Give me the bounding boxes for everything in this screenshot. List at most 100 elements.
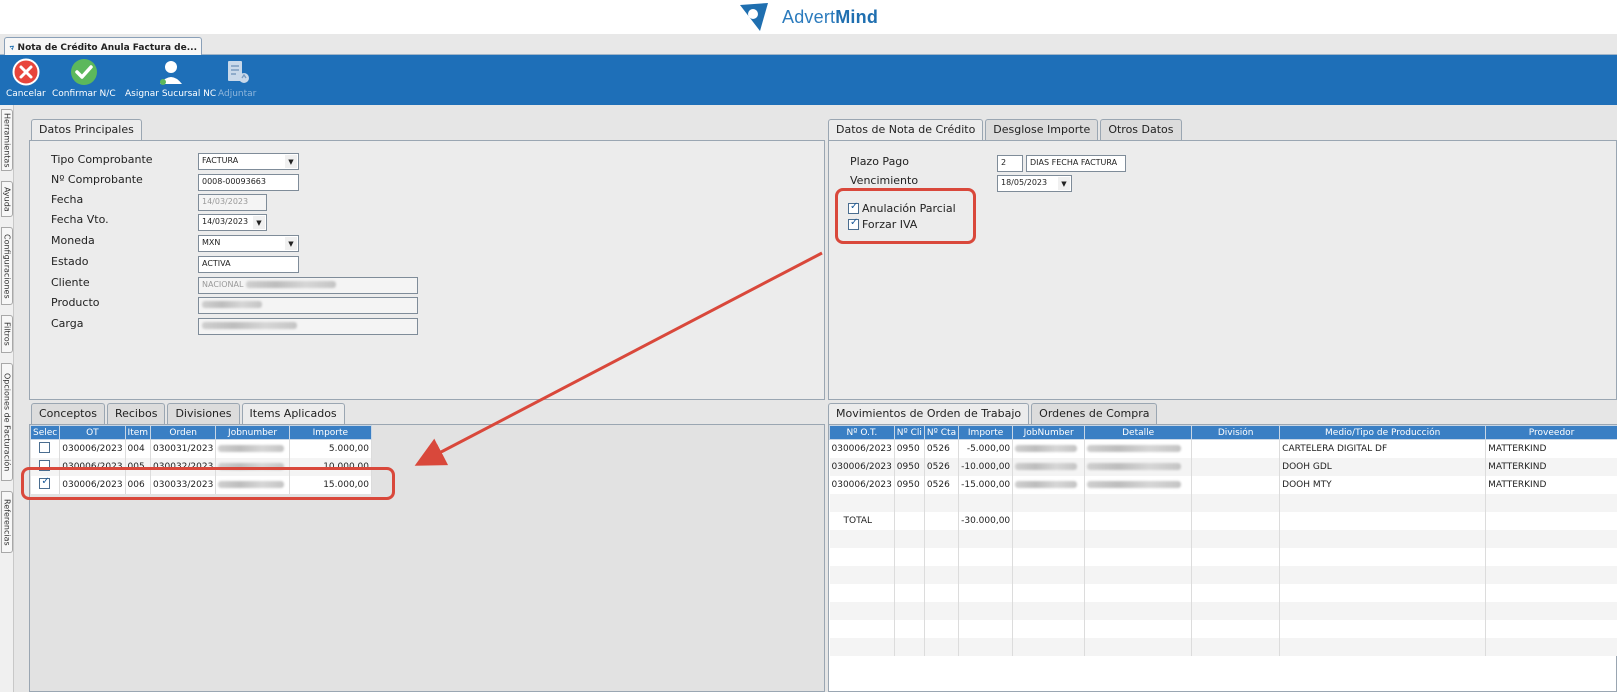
tab-ordenes-compra[interactable]: Ordenes de Compra: [1031, 403, 1158, 424]
vencimiento-picker[interactable]: 18/05/2023 ▼: [997, 175, 1072, 192]
table-row[interactable]: 030006/2023 0950 0526 -15.000,00 DOOH MT…: [829, 475, 1617, 494]
fecha-label: Fecha: [51, 193, 84, 206]
cell-importe: -15.000,00: [958, 475, 1014, 494]
header-division[interactable]: División: [1191, 425, 1281, 440]
cell-detalle: [1084, 475, 1193, 494]
cliente-field: NACIONAL: [198, 277, 418, 294]
side-tab-configuraciones[interactable]: Configuraciones: [1, 227, 13, 305]
cell-ot: 030006/2023: [829, 457, 895, 476]
estado-field: ACTIVA: [198, 256, 299, 273]
producto-label: Producto: [51, 296, 100, 309]
attach-label: Adjuntar: [218, 89, 257, 99]
cell-jobnumber: [215, 439, 290, 458]
cell-division: [1191, 475, 1281, 494]
tab-items-aplicados[interactable]: Items Aplicados: [241, 403, 345, 425]
cell-cli: 0950: [894, 439, 925, 458]
cell-orden: 030031/2023: [150, 439, 217, 458]
side-tab-ayuda[interactable]: Ayuda: [1, 181, 13, 217]
tab-datos-nota-credito[interactable]: Datos de Nota de Crédito: [828, 119, 984, 141]
header-nro-cli[interactable]: Nº Cli: [893, 425, 925, 440]
header-selec[interactable]: Selec: [29, 425, 61, 440]
cell-proveedor: MATTERKIND: [1485, 475, 1617, 494]
cancel-label: Cancelar: [6, 89, 46, 99]
highlight-selected-row-box: [21, 467, 395, 500]
header-ot[interactable]: OT: [59, 425, 126, 440]
fecha-vto-picker[interactable]: 14/03/2023 ▼: [198, 214, 267, 231]
document-tabstrip: Nota de Crédito Anula Factura de...: [0, 34, 1617, 55]
tab-divisiones[interactable]: Divisiones: [167, 403, 240, 424]
cell-item: 004: [125, 439, 152, 458]
cancel-button[interactable]: Cancelar: [6, 57, 46, 99]
total-value: -30.000,00: [958, 511, 1014, 530]
cell-ot: 030006/2023: [829, 439, 895, 458]
redacted-text: [1087, 444, 1182, 452]
tab-movimientos-ot[interactable]: Movimientos de Orden de Trabajo: [828, 403, 1030, 425]
cliente-label: Cliente: [51, 276, 90, 289]
cell-jobnumber: [1012, 439, 1086, 458]
cell-division: [1191, 439, 1281, 458]
table-row-empty: [829, 529, 1617, 548]
chevron-down-icon: ▼: [253, 216, 265, 229]
confirm-nc-label: Confirmar N/C: [52, 89, 116, 99]
carga-label: Carga: [51, 317, 84, 330]
header-detalle[interactable]: Detalle: [1084, 425, 1193, 440]
table-row[interactable]: 030006/2023 0950 0526 -10.000,00 DOOH GD…: [829, 457, 1617, 476]
highlight-options-box: [835, 188, 976, 244]
tab-desglose-importe[interactable]: Desglose Importe: [985, 119, 1099, 140]
header-nro-ot[interactable]: Nº O.T.: [829, 425, 895, 440]
side-tab-opciones-facturacion[interactable]: Opciones de Facturación: [1, 363, 13, 481]
table-row[interactable]: 030006/2023 004 030031/2023 5.000,00: [30, 439, 373, 458]
nro-comprobante-field[interactable]: 0008-00093663: [198, 174, 299, 191]
moneda-select[interactable]: MXN ▼: [198, 235, 299, 252]
brand-logo-icon: [740, 3, 768, 31]
assign-branch-button[interactable]: Asignar Sucursal NC: [125, 57, 216, 99]
header-nro-cta[interactable]: Nº Cta: [923, 425, 960, 440]
side-tab-filtros[interactable]: Filtros: [1, 315, 13, 353]
table-row-empty: [829, 637, 1617, 656]
brand-header: AdvertMind: [0, 0, 1617, 34]
tab-recibos[interactable]: Recibos: [106, 403, 166, 424]
document-tab[interactable]: Nota de Crédito Anula Factura de...: [4, 37, 202, 55]
cell-importe: 5.000,00: [289, 439, 373, 458]
redacted-text: [1087, 480, 1182, 488]
plazo-pago-field[interactable]: 2: [997, 155, 1023, 172]
fecha-vto-label: Fecha Vto.: [51, 213, 109, 226]
cell-cli: 0950: [894, 475, 925, 494]
items-header-row: Selec OT Item Orden Jobnumber Importe: [29, 425, 373, 440]
document-tab-label: Nota de Crédito Anula Factura de...: [17, 42, 197, 53]
tab-conceptos[interactable]: Conceptos: [31, 403, 105, 424]
chevron-down-icon: ▼: [285, 237, 297, 250]
vencimiento-label: Vencimiento: [850, 174, 919, 187]
header-orden[interactable]: Orden: [150, 425, 217, 440]
cell-ot: 030006/2023: [829, 475, 895, 494]
redacted-text: [1015, 462, 1078, 470]
movimientos-panel: Nº O.T. Nº Cli Nº Cta Importe JobNumber …: [828, 424, 1617, 692]
attach-button[interactable]: Adjuntar: [218, 57, 256, 99]
header-item[interactable]: Item: [124, 425, 152, 440]
tipo-comprobante-select[interactable]: FACTURA ▼: [198, 153, 299, 170]
header-jobnumber[interactable]: Jobnumber: [215, 425, 290, 440]
brand-name: AdvertMind: [782, 6, 879, 27]
checkbox-unchecked-icon: [39, 441, 51, 453]
header-proveedor[interactable]: Proveedor: [1485, 425, 1617, 440]
cell-jobnumber: [1012, 457, 1086, 476]
table-row-empty: [829, 493, 1617, 512]
table-row-empty: [829, 565, 1617, 584]
cell-proveedor: MATTERKIND: [1485, 457, 1617, 476]
tab-datos-principales[interactable]: Datos Principales: [31, 119, 142, 141]
side-tab-bar: Herramientas Ayuda Configuraciones Filtr…: [0, 105, 14, 692]
side-tab-referencias[interactable]: Referencias: [1, 491, 13, 553]
row-select[interactable]: [30, 439, 61, 458]
header-importe[interactable]: Importe: [958, 425, 1014, 440]
confirm-nc-button[interactable]: Confirmar N/C: [52, 57, 116, 99]
side-tab-herramientas[interactable]: Herramientas: [1, 109, 13, 171]
header-importe[interactable]: Importe: [288, 425, 373, 440]
redacted-text: [1015, 444, 1078, 452]
main-data-tabs: Datos Principales: [31, 119, 142, 141]
header-medio[interactable]: Medio/Tipo de Producción: [1279, 425, 1487, 440]
cell-medio: DOOH MTY: [1279, 475, 1487, 494]
table-row[interactable]: 030006/2023 0950 0526 -5.000,00 CARTELER…: [829, 439, 1617, 458]
header-jobnumber[interactable]: JobNumber: [1012, 425, 1086, 440]
nota-tabs: Datos de Nota de Crédito Desglose Import…: [828, 119, 1182, 141]
tab-otros-datos[interactable]: Otros Datos: [1100, 119, 1182, 140]
